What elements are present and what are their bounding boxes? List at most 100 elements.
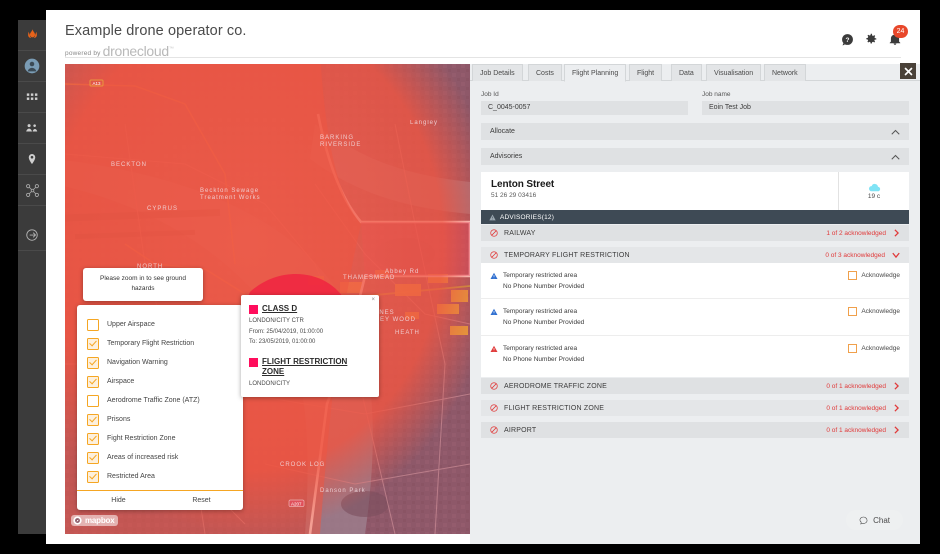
user-avatar-icon[interactable]: [18, 51, 46, 82]
advisory-group-flight-restriction-zone[interactable]: FLIGHT RESTRICTION ZONE 0 of 1 acknowled…: [481, 399, 909, 416]
advisory-group-status: 0 of 1 acknowledged: [826, 383, 886, 390]
acknowledge-checkbox[interactable]: [848, 344, 857, 353]
advisory-location-card: Lenton Street 51 26 29 03416 19 c: [481, 172, 909, 210]
legend-checkbox-navigation-warning[interactable]: [87, 357, 99, 369]
legend-checkbox-areas-of-increased-risk[interactable]: [87, 452, 99, 464]
acknowledge-checkbox[interactable]: [848, 271, 857, 280]
legend-reset-button[interactable]: Reset: [160, 491, 243, 510]
close-panel-button[interactable]: [900, 63, 916, 79]
chevron-right-icon[interactable]: [893, 426, 900, 434]
cloud-icon: [868, 183, 881, 192]
section-advisories[interactable]: Advisories: [481, 148, 909, 165]
advisory-group-status: 0 of 1 acknowledged: [826, 427, 886, 434]
popup-close-icon[interactable]: ×: [371, 297, 375, 303]
popup-detail: From: 25/04/2019, 01:00:00: [249, 327, 371, 338]
zoom-hint-tooltip: Please zoom in to see ground hazards: [83, 268, 203, 301]
mapbox-attribution[interactable]: mapbox: [71, 515, 118, 526]
legend-item[interactable]: Navigation Warning: [77, 353, 243, 372]
legend-item[interactable]: Aerodrome Traffic Zone (ATZ): [77, 391, 243, 410]
mapbox-label: mapbox: [85, 516, 114, 525]
legend-label: Restricted Area: [107, 473, 155, 480]
legend-label: Fight Restriction Zone: [107, 435, 175, 442]
drone-icon[interactable]: [18, 175, 46, 206]
advisory-group-status: 0 of 3 acknowledged: [825, 252, 885, 259]
help-icon[interactable]: ?: [841, 33, 854, 51]
legend-item[interactable]: Prisons: [77, 410, 243, 429]
popup-title[interactable]: CLASS D: [262, 304, 297, 314]
advisory-item-text: Temporary restricted area No Phone Numbe…: [503, 271, 584, 292]
legend-item[interactable]: Airspace: [77, 372, 243, 391]
legend-label: Airspace: [107, 378, 134, 385]
weather-widget: 19 c: [838, 172, 909, 210]
settings-gear-icon[interactable]: [864, 32, 878, 51]
chevron-down-icon[interactable]: [892, 252, 900, 259]
location-pin-icon[interactable]: [18, 144, 46, 175]
map-canvas[interactable]: BECKTON CYPRUS NORTH WOOLWICH BARKING RI…: [65, 64, 470, 534]
tab-job-details[interactable]: Job Details: [472, 64, 523, 81]
chevron-up-icon: [891, 154, 900, 160]
legend-item[interactable]: Areas of increased risk: [77, 448, 243, 467]
svg-text:THAMESMEAD: THAMESMEAD: [343, 275, 395, 281]
tab-network[interactable]: Network: [764, 64, 806, 81]
advisory-group-aerodrome-traffic-zone[interactable]: AERODROME TRAFFIC ZONE 0 of 1 acknowledg…: [481, 377, 909, 394]
svg-text:CYPRUS: CYPRUS: [147, 206, 178, 212]
legend-checkbox-airspace[interactable]: [87, 376, 99, 388]
brand-wordmark: dronecloud: [103, 44, 169, 58]
legend-checkbox-upper-airspace[interactable]: [87, 319, 99, 331]
acknowledge-control[interactable]: Acknowledge: [848, 307, 900, 316]
chevron-right-icon[interactable]: [893, 404, 900, 412]
svg-text:Beckton Sewage: Beckton Sewage: [200, 188, 259, 194]
advisories-count-label: ADVISORIES(12): [500, 214, 554, 221]
advisory-group-temporary-flight-restriction[interactable]: TEMPORARY FLIGHT RESTRICTION 0 of 3 ackn…: [481, 246, 909, 263]
legend-checkbox-restricted-area[interactable]: [87, 471, 99, 483]
legend-checkbox-fight-restriction-zone[interactable]: [87, 433, 99, 445]
acknowledge-checkbox[interactable]: [848, 307, 857, 316]
job-id-label: Job Id: [481, 91, 688, 98]
legend-checkbox-temporary-flight-restriction[interactable]: [87, 338, 99, 350]
chat-button[interactable]: Chat: [846, 510, 903, 530]
legend-label: Upper Airspace: [107, 321, 155, 328]
advisory-group-railway[interactable]: RAILWAY 1 of 2 acknowledged: [481, 224, 909, 241]
legend-item[interactable]: Restricted Area: [77, 467, 243, 486]
svg-text:HEATH: HEATH: [395, 330, 420, 336]
acknowledge-control[interactable]: Acknowledge: [848, 271, 900, 280]
advisory-item-body: Temporary restricted area No Phone Numbe…: [490, 344, 584, 365]
tab-visualisation[interactable]: Visualisation: [706, 64, 761, 81]
svg-text:Danson Park: Danson Park: [320, 488, 366, 494]
tab-costs[interactable]: Costs: [528, 64, 562, 81]
chevron-right-icon[interactable]: [893, 382, 900, 390]
tab-flight-planning[interactable]: Flight Planning: [564, 64, 626, 82]
legend-label: Navigation Warning: [107, 359, 168, 366]
legend-item[interactable]: Fight Restriction Zone: [77, 429, 243, 448]
svg-text:Abbey Rd: Abbey Rd: [385, 269, 419, 275]
weather-temperature: 19 c: [868, 193, 880, 200]
legend-checkbox-prisons[interactable]: [87, 414, 99, 426]
group-spacer: [481, 438, 909, 443]
tab-data[interactable]: Data: [671, 64, 702, 81]
app-sheet: Example drone operator co. powered by dr…: [46, 10, 920, 544]
advisory-group-title-wrap: AERODROME TRAFFIC ZONE: [490, 382, 607, 390]
advisory-group-status: 0 of 1 acknowledged: [826, 405, 886, 412]
job-name-input[interactable]: Eoin Test Job: [702, 101, 909, 115]
legend-item[interactable]: Temporary Flight Restriction: [77, 334, 243, 353]
legend-hide-button[interactable]: Hide: [77, 491, 160, 510]
advisory-group-airport[interactable]: AIRPORT 0 of 1 acknowledged: [481, 421, 909, 438]
legend-checkbox-aerodrome-traffic-zone[interactable]: [87, 395, 99, 407]
tab-flight[interactable]: Flight: [629, 64, 662, 81]
popup-gap: [249, 348, 371, 357]
logo-flame-icon[interactable]: [18, 20, 46, 51]
legend-item[interactable]: Upper Airspace: [77, 315, 243, 334]
advisory-item-sub: No Phone Number Provided: [503, 355, 584, 366]
dashboard-grid-icon[interactable]: [18, 82, 46, 113]
chevron-right-icon[interactable]: [893, 229, 900, 237]
logout-icon[interactable]: [18, 220, 46, 251]
acknowledge-control[interactable]: Acknowledge: [848, 344, 900, 353]
popup-detail: LONDON/CITY: [249, 379, 371, 390]
section-allocate[interactable]: Allocate: [481, 123, 909, 140]
panel-tabs: Job Details Costs Flight Planning Flight…: [470, 64, 920, 81]
notifications-bell-icon[interactable]: 24: [888, 32, 902, 51]
fleet-icon[interactable]: [18, 113, 46, 144]
popup-title[interactable]: FLIGHT RESTRICTION ZONE: [262, 357, 371, 377]
popup-entry-header: CLASS D: [249, 304, 371, 314]
job-id-input[interactable]: C_0045-0057: [481, 101, 688, 115]
